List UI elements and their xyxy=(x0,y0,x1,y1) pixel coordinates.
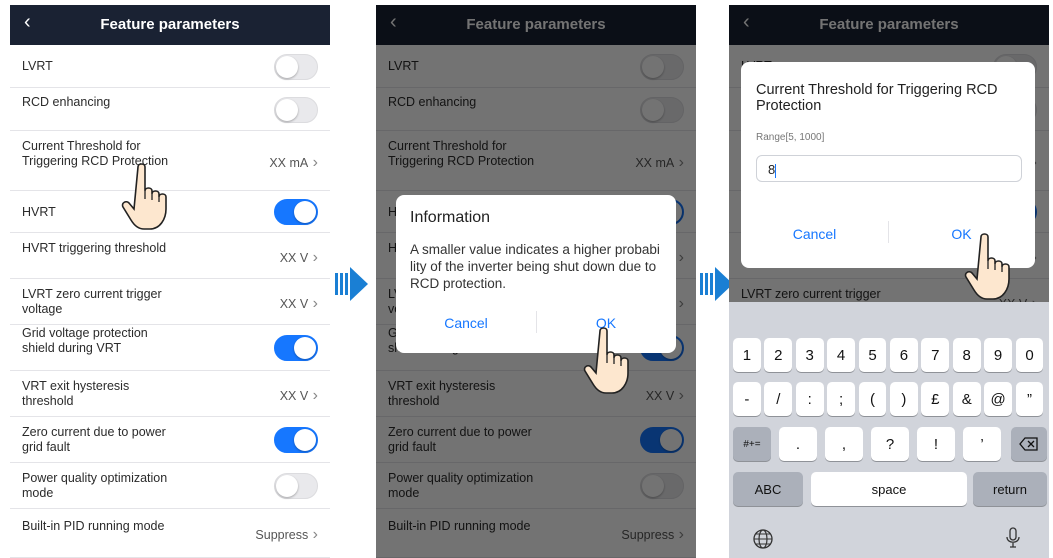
symbols-key[interactable]: #+= xyxy=(733,427,771,461)
value-text: XX V xyxy=(279,389,309,403)
row-label: LVRT zero current trigger voltage xyxy=(22,287,162,316)
keyboard-key[interactable]: 2 xyxy=(764,338,793,372)
keyboard-key[interactable]: ( xyxy=(858,382,887,416)
keyboard-key[interactable]: 8 xyxy=(952,338,981,372)
pointing-hand-icon xyxy=(583,327,629,394)
abc-key[interactable]: ABC xyxy=(733,472,803,506)
row-label: LVRT xyxy=(22,59,53,73)
row-value: XX mA › xyxy=(269,154,318,172)
keyboard-key[interactable]: 9 xyxy=(984,338,1012,372)
keyboard-key[interactable]: & xyxy=(952,382,981,416)
value-text: XX V xyxy=(279,297,309,311)
range-hint: Range[5, 1000] xyxy=(756,132,825,143)
row-label: RCD enhancing xyxy=(22,95,111,109)
settings-row[interactable]: HVRT triggering threshold XX V › xyxy=(10,233,330,279)
dialog-title: Current Threshold for Triggering RCD Pro… xyxy=(756,82,998,114)
threshold-input[interactable]: 8 xyxy=(756,155,1022,182)
keyboard-key[interactable]: . xyxy=(779,427,817,461)
keyboard-key[interactable]: ! xyxy=(917,427,955,461)
microphone-icon[interactable] xyxy=(1005,526,1021,550)
settings-row[interactable]: RCD enhancing xyxy=(10,88,330,131)
dialog-message: A smaller value indicates a higher proba… xyxy=(410,242,660,291)
phone-screen-1: ‹ Feature parameters LVRT RCD enhancing Cu… xyxy=(10,5,330,558)
phone-screen-3: ‹ Feature parameters LVRTRCD enhancingCu… xyxy=(729,5,1049,558)
toggle-switch[interactable] xyxy=(274,97,318,123)
settings-row[interactable]: LVRT zero current trigger voltage XX V › xyxy=(10,279,330,325)
toggle-switch[interactable] xyxy=(274,427,318,453)
keyboard-key[interactable]: 3 xyxy=(795,338,824,372)
chevron-right-icon: › xyxy=(308,154,318,171)
keyboard-key[interactable]: / xyxy=(764,382,793,416)
toggle-switch[interactable] xyxy=(274,54,318,80)
value-text: XX mA xyxy=(269,156,309,170)
settings-row[interactable]: LVRT xyxy=(10,45,330,88)
settings-row[interactable]: Built-in PID running mode Suppress › xyxy=(10,509,330,558)
toggle-switch[interactable] xyxy=(274,473,318,499)
value-text: Suppress xyxy=(255,528,309,542)
row-value: Suppress › xyxy=(255,526,318,544)
cancel-button[interactable]: Cancel xyxy=(741,226,888,242)
backspace-icon xyxy=(1019,437,1038,451)
row-label: Built-in PID running mode xyxy=(22,519,165,533)
text-cursor xyxy=(775,163,777,178)
toggle-switch[interactable] xyxy=(274,335,318,361)
keyboard-key[interactable]: ’ xyxy=(963,427,1001,461)
value-text: XX V xyxy=(279,251,309,265)
phone-screen-2: ‹ Feature parameters LVRTRCD enhancingCu… xyxy=(376,5,696,558)
chevron-right-icon: › xyxy=(308,526,318,543)
keyboard-key[interactable]: 1 xyxy=(733,338,761,372)
keyboard-key[interactable]: 0 xyxy=(1015,338,1044,372)
row-label: Power quality optimization mode xyxy=(22,471,168,500)
keyboard-key[interactable]: , xyxy=(825,427,863,461)
keyboard-key[interactable]: 4 xyxy=(827,338,855,372)
row-value: XX V › xyxy=(280,295,318,313)
arrow-right-icon xyxy=(335,267,368,301)
chevron-right-icon: › xyxy=(308,249,318,266)
return-key[interactable]: return xyxy=(973,472,1047,506)
cancel-button[interactable]: Cancel xyxy=(396,315,536,331)
keyboard-key[interactable]: ? xyxy=(871,427,909,461)
row-label: VRT exit hysteresis threshold xyxy=(22,379,130,408)
chevron-right-icon: › xyxy=(308,295,318,312)
dialog-title: Information xyxy=(410,209,491,226)
globe-icon[interactable] xyxy=(752,528,774,550)
keyboard-key[interactable]: 6 xyxy=(890,338,918,372)
keyboard-key[interactable]: ” xyxy=(1015,382,1044,416)
keyboard-key[interactable]: 7 xyxy=(921,338,950,372)
settings-row[interactable]: Zero current due to power grid fault xyxy=(10,417,330,463)
toggle-switch[interactable] xyxy=(274,199,318,225)
keyboard-key[interactable]: ) xyxy=(890,382,918,416)
chevron-right-icon: › xyxy=(308,387,318,404)
keyboard-key[interactable]: £ xyxy=(921,382,950,416)
backspace-key[interactable] xyxy=(1011,427,1047,461)
keyboard-key[interactable]: - xyxy=(733,382,761,416)
nav-header: ‹ Feature parameters xyxy=(10,5,330,45)
row-value: XX V › xyxy=(280,249,318,267)
keyboard-key[interactable]: ; xyxy=(827,382,855,416)
row-value: XX V › xyxy=(280,387,318,405)
row-label: HVRT triggering threshold xyxy=(22,241,167,255)
row-label: Grid voltage protection shield during VR… xyxy=(22,326,148,355)
keyboard-key[interactable]: 5 xyxy=(858,338,887,372)
page-title: Feature parameters xyxy=(100,16,240,33)
keyboard-key[interactable]: @ xyxy=(984,382,1012,416)
numeric-keyboard: 1234567890 - /:;() £ & @” #+= .,?!’ ABC spac… xyxy=(729,302,1049,558)
settings-row[interactable]: VRT exit hysteresis threshold XX V › xyxy=(10,371,330,417)
space-key[interactable]: space xyxy=(811,472,967,506)
keyboard-key[interactable]: : xyxy=(795,382,824,416)
pointing-hand-icon xyxy=(964,233,1010,300)
input-value: 8 xyxy=(768,162,776,177)
settings-row[interactable]: Grid voltage protection shield during VR… xyxy=(10,325,330,371)
settings-row[interactable]: Power quality optimization mode xyxy=(10,463,330,509)
row-label: Zero current due to power grid fault xyxy=(22,425,166,454)
pointing-hand-icon xyxy=(121,163,167,230)
